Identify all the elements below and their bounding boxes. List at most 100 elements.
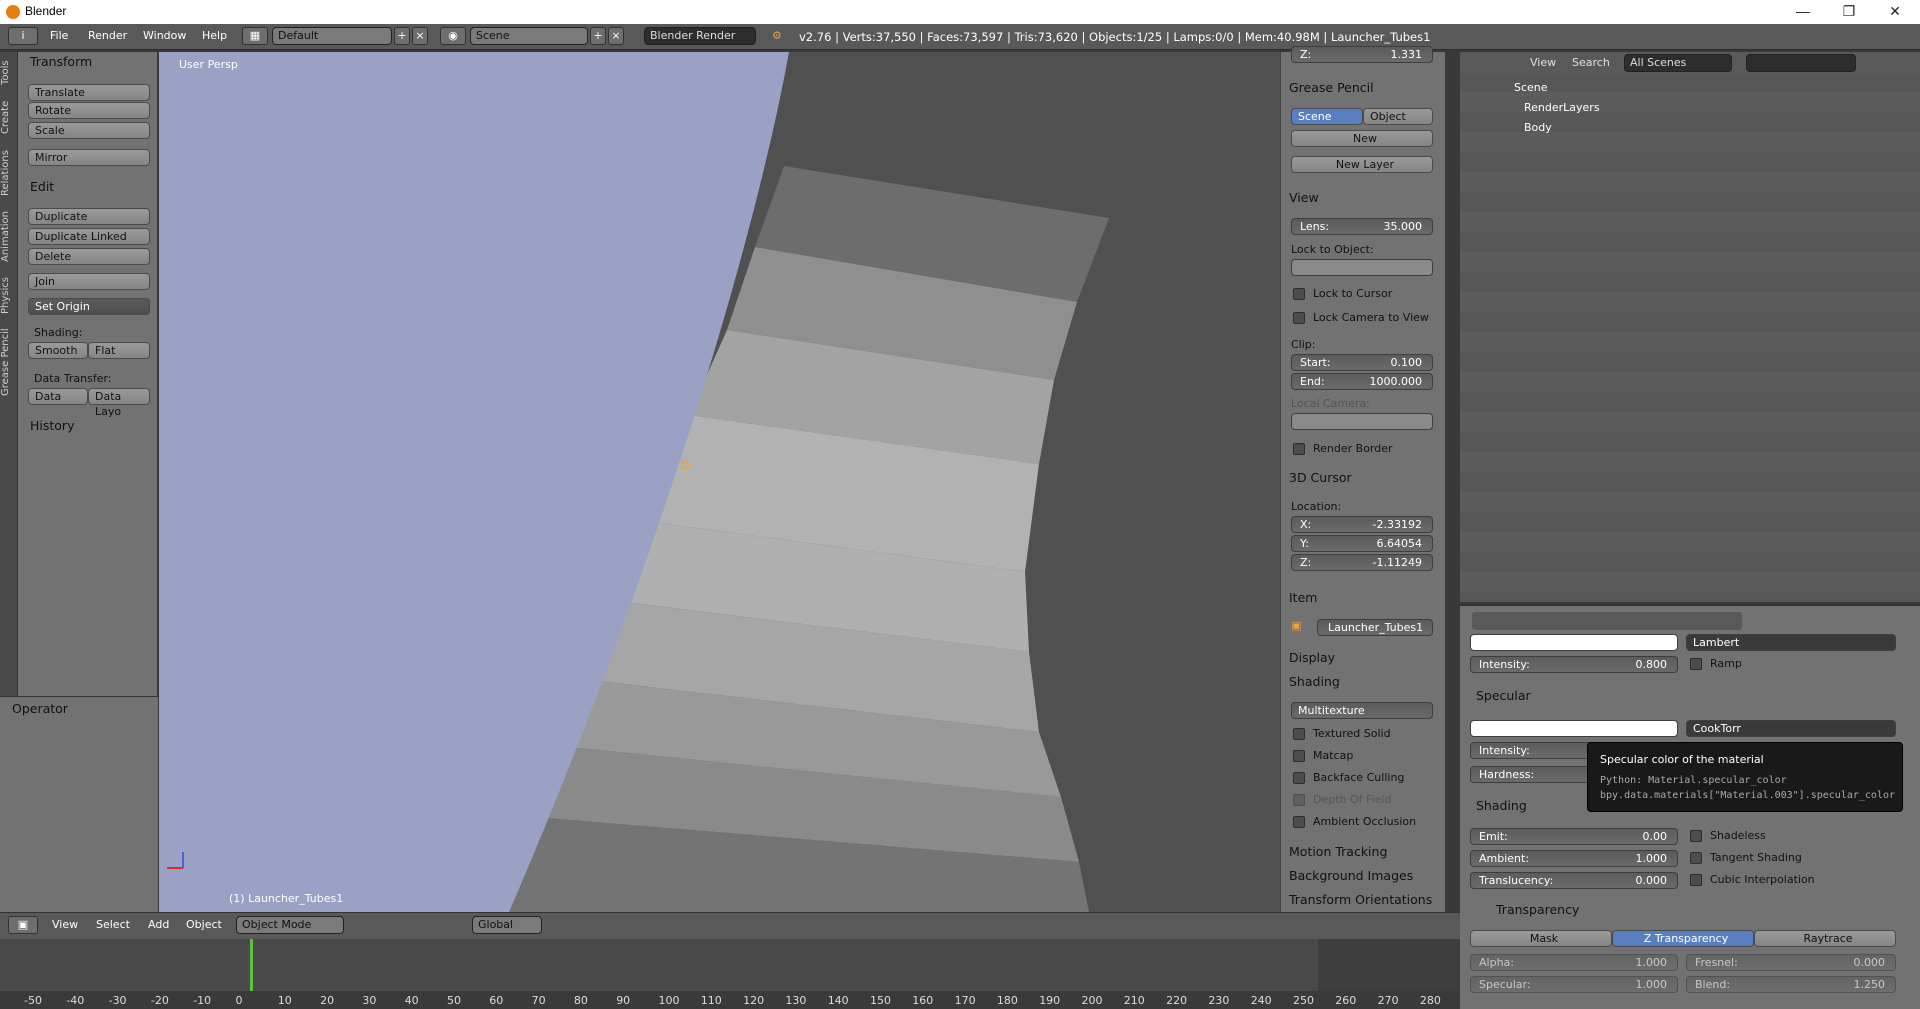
cursor-x-field[interactable]: X: -2.33192 [1291, 516, 1433, 533]
tangent-checkbox[interactable] [1690, 852, 1702, 864]
timeline[interactable]: -50 -40 -30 -20 -10 0 10 20 30 40 50 60 70 80 90 100 110… [0, 939, 1460, 1009]
ao-checkbox[interactable] [1293, 816, 1305, 828]
emit-field[interactable]: Emit: 0.00 [1470, 828, 1678, 845]
add-layout-icon[interactable]: + [394, 27, 410, 45]
rotate-button[interactable]: Rotate [28, 102, 150, 119]
render-engine-select[interactable]: Blender Render [644, 27, 756, 45]
shading-panel-title[interactable]: Shading [1289, 674, 1340, 689]
specular-panel-title[interactable]: Specular [1476, 688, 1531, 703]
select-menu[interactable]: Select [96, 918, 130, 931]
cursor-z-field[interactable]: Z: -1.11249 [1291, 554, 1433, 571]
3d-viewport[interactable]: User Persp (1) Launcher_Tubes1 [159, 52, 1280, 912]
outliner-display-select[interactable]: All Scenes [1624, 54, 1732, 72]
cubic-checkbox[interactable] [1690, 874, 1702, 886]
editor-type-icon[interactable]: i [8, 27, 38, 45]
scene-field[interactable]: Scene [470, 27, 588, 45]
translate-button[interactable]: Translate [28, 84, 150, 101]
clip-start-field[interactable]: Start: 0.100 [1291, 354, 1433, 371]
textured-solid-checkbox[interactable] [1293, 728, 1305, 740]
diffuse-shader-select[interactable]: Lambert [1686, 634, 1896, 651]
tab-tools[interactable]: Tools [0, 56, 18, 90]
history-panel-title[interactable]: History [30, 418, 74, 433]
flat-button[interactable]: Flat [88, 342, 150, 359]
gp-object-button[interactable]: Object [1363, 108, 1433, 125]
tab-relations[interactable]: Relations [0, 146, 18, 200]
transform-panel-title[interactable]: Transform [30, 54, 92, 69]
shadeless-checkbox[interactable] [1690, 830, 1702, 842]
render-border-checkbox[interactable] [1293, 443, 1305, 455]
outliner-view-menu[interactable]: View [1530, 56, 1556, 69]
outliner-renderlayers[interactable]: RenderLayers [1524, 101, 1600, 114]
fresnel-field[interactable]: Fresnel: 0.000 [1686, 954, 1896, 971]
smooth-button[interactable]: Smooth [28, 342, 88, 359]
grease-pencil-panel-title[interactable]: Grease Pencil [1289, 80, 1374, 95]
duplicate-linked-button[interactable]: Duplicate Linked [28, 228, 150, 245]
specular-shader-select[interactable]: CookTorr [1686, 720, 1896, 737]
cursor-y-field[interactable]: Y: 6.64054 [1291, 535, 1433, 552]
data-button[interactable]: Data [28, 388, 88, 405]
view3d-editor-icon[interactable]: ▣ [8, 916, 38, 934]
duplicate-button[interactable]: Duplicate [28, 208, 150, 225]
minimize-button[interactable]: — [1780, 0, 1826, 24]
specular-alpha-field[interactable]: Specular: 1.000 [1470, 976, 1678, 993]
blend-field[interactable]: Blend: 1.250 [1686, 976, 1896, 993]
lock-cursor-checkbox[interactable] [1293, 288, 1305, 300]
location-z-field[interactable]: Z: 1.331 [1291, 46, 1433, 63]
view-menu[interactable]: View [52, 918, 78, 931]
background-images-panel-title[interactable]: Background Images [1289, 868, 1413, 883]
display-panel-title[interactable]: Display [1289, 650, 1335, 665]
outliner-body[interactable]: Body [1524, 121, 1552, 134]
scale-button[interactable]: Scale [28, 122, 150, 139]
scene-icon[interactable]: ◉ [440, 27, 466, 45]
tab-grease-pencil[interactable]: Grease Pencil [0, 326, 18, 398]
matcap-checkbox[interactable] [1293, 750, 1305, 762]
object-menu[interactable]: Object [186, 918, 222, 931]
tab-create[interactable]: Create [0, 96, 18, 138]
set-origin-select[interactable]: Set Origin [28, 298, 150, 315]
delete-button[interactable]: Delete [28, 248, 150, 265]
menu-window[interactable]: Window [143, 29, 186, 42]
join-button[interactable]: Join [28, 273, 150, 290]
ambient-field[interactable]: Ambient: 1.000 [1470, 850, 1678, 867]
local-camera-field[interactable] [1291, 413, 1433, 430]
edit-panel-title[interactable]: Edit [30, 179, 54, 194]
lens-field[interactable]: Lens: 35.000 [1291, 218, 1433, 235]
screen-layout-field[interactable]: Default [272, 27, 392, 45]
add-scene-icon[interactable]: + [590, 27, 606, 45]
translucency-field[interactable]: Translucency: 0.000 [1470, 872, 1678, 889]
lock-object-field[interactable] [1291, 259, 1433, 276]
z-transparency-button[interactable]: Z Transparency [1612, 930, 1754, 947]
transparency-panel-title[interactable]: Transparency [1496, 902, 1579, 917]
menu-render[interactable]: Render [88, 29, 127, 42]
shading-props-title[interactable]: Shading [1476, 798, 1527, 813]
mode-select[interactable]: Object Mode [236, 916, 344, 934]
transform-orientations-panel-title[interactable]: Transform Orientations [1289, 892, 1432, 907]
3d-cursor-panel-title[interactable]: 3D Cursor [1289, 470, 1352, 485]
remove-scene-icon[interactable]: × [608, 27, 624, 45]
lock-camera-checkbox[interactable] [1293, 312, 1305, 324]
gp-scene-button[interactable]: Scene [1291, 108, 1363, 125]
gp-new-button[interactable]: New [1291, 130, 1433, 147]
shading-mode-select[interactable]: Multitexture [1291, 702, 1433, 719]
ramp-checkbox[interactable] [1690, 658, 1702, 670]
orientation-select[interactable]: Global [472, 916, 542, 934]
tab-physics[interactable]: Physics [0, 274, 18, 318]
screen-layout-icon[interactable]: ▦ [242, 27, 268, 45]
outliner-search-input[interactable] [1746, 54, 1856, 72]
object-name-field[interactable]: Launcher_Tubes1 [1317, 619, 1433, 636]
data-layout-button[interactable]: Data Layo [88, 388, 150, 418]
maximize-button[interactable]: ❐ [1826, 0, 1872, 24]
new-layer-button[interactable]: New Layer [1291, 156, 1433, 173]
menu-file[interactable]: File [50, 29, 68, 42]
mask-button[interactable]: Mask [1470, 930, 1612, 947]
menu-help[interactable]: Help [202, 29, 227, 42]
outliner-search-menu[interactable]: Search [1572, 56, 1610, 69]
specular-color-field[interactable] [1470, 720, 1678, 737]
add-menu[interactable]: Add [148, 918, 169, 931]
close-button[interactable]: ✕ [1872, 0, 1918, 24]
remove-layout-icon[interactable]: × [412, 27, 428, 45]
motion-tracking-panel-title[interactable]: Motion Tracking [1289, 844, 1387, 859]
backface-checkbox[interactable] [1293, 772, 1305, 784]
dof-checkbox[interactable] [1293, 794, 1305, 806]
diffuse-color-field[interactable] [1470, 634, 1678, 651]
